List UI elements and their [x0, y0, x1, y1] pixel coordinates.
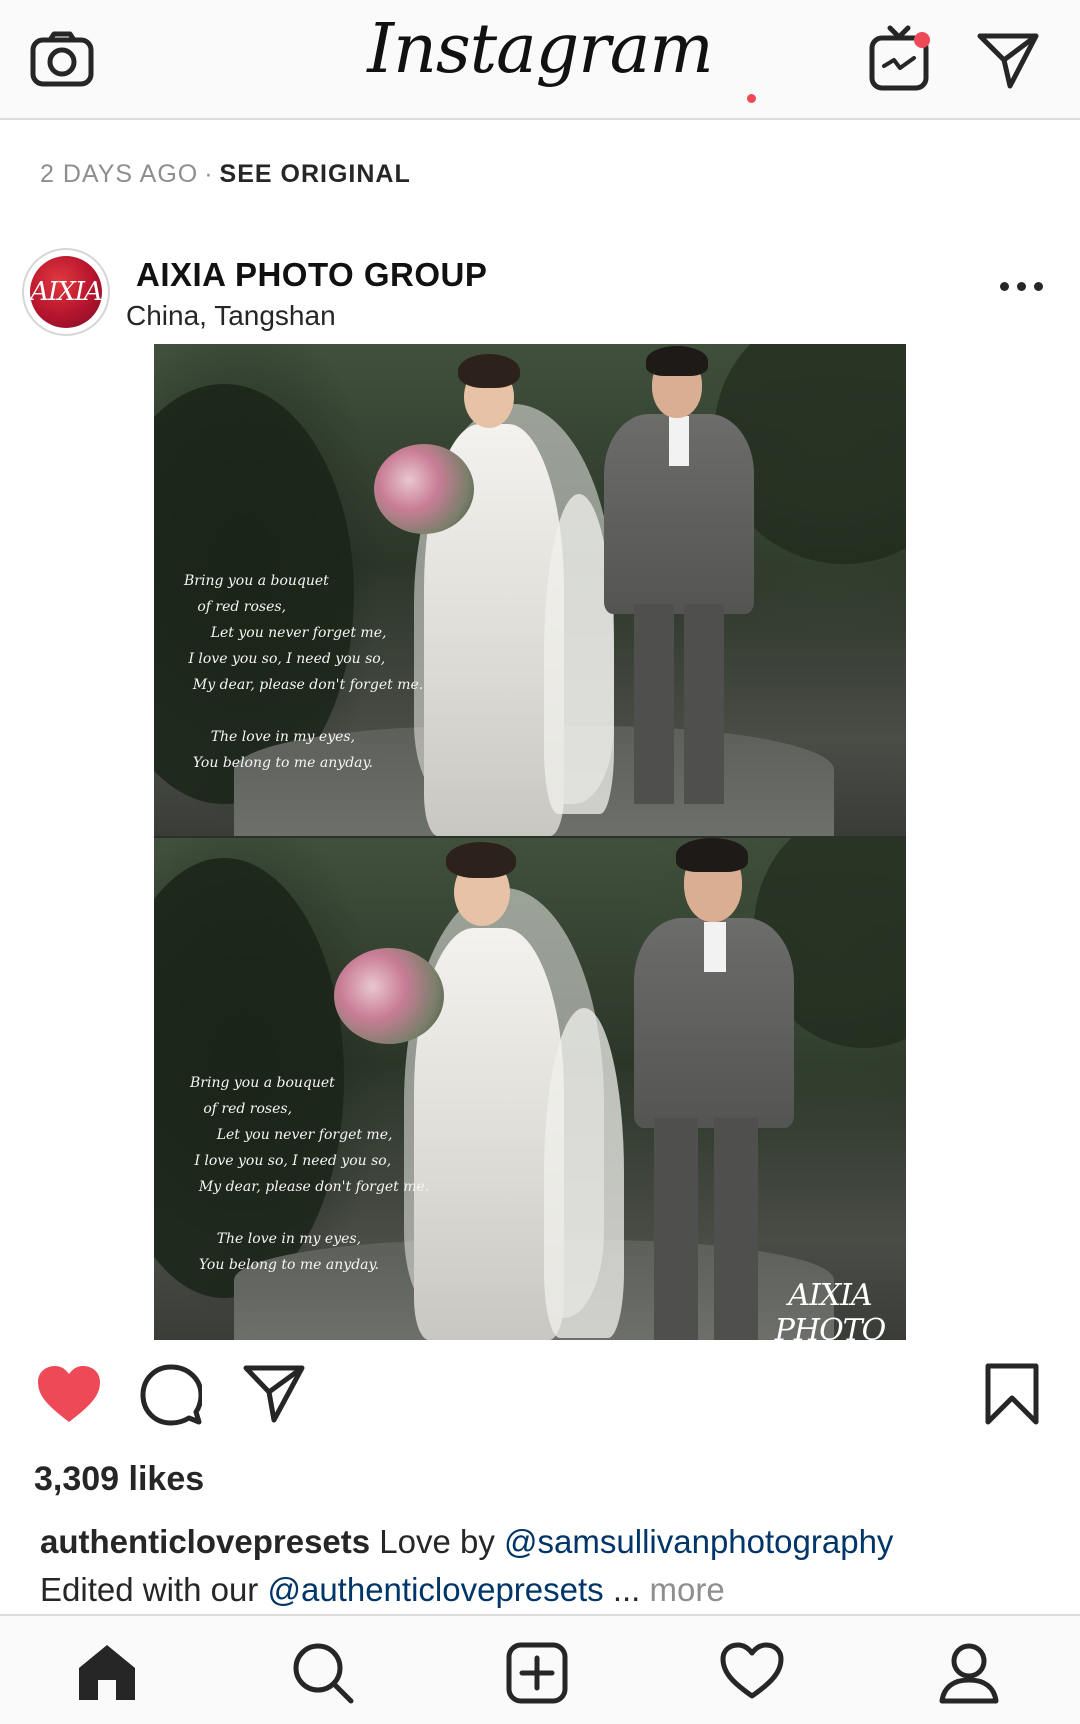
post-username[interactable]: AIXIA PHOTO GROUP [136, 256, 487, 294]
camera-icon[interactable] [30, 30, 94, 88]
watermark-sub: 艾汐 | 紀恩攝影 [786, 1352, 874, 1363]
post-photo[interactable]: Bring you a bouquet of red roses, Let yo… [154, 344, 906, 1340]
activity-notification-dot [747, 94, 756, 103]
meta-separator: · [204, 160, 214, 188]
home-icon[interactable] [76, 1642, 138, 1707]
previous-post-meta: 2 DAYS AGO · SEE ORIGINAL [40, 160, 411, 189]
direct-message-icon[interactable] [976, 30, 1040, 90]
profile-icon[interactable] [938, 1642, 1000, 1709]
caption-mention[interactable]: @samsullivanphotography [504, 1523, 893, 1560]
heart-icon[interactable] [36, 1364, 102, 1424]
caption-more-link[interactable]: more [650, 1571, 725, 1608]
caption-mention[interactable]: @authenticlovepresets [267, 1571, 603, 1608]
bottom-nav [0, 1614, 1080, 1724]
photo-panel-bottom: Bring you a bouquet of red roses, Let yo… [154, 838, 906, 1340]
see-original-link[interactable]: SEE ORIGINAL [220, 160, 411, 188]
post-timestamp: 2 DAYS AGO [40, 160, 199, 188]
caption-text: Love by [370, 1523, 505, 1560]
caption-text: Edited with our [40, 1571, 268, 1608]
watermark-main: AIXIA PHOTO [774, 1278, 887, 1348]
watermark-tiny: AIXIA PHOTO GROUP [782, 1363, 878, 1369]
more-options-icon[interactable] [1000, 280, 1046, 294]
search-icon[interactable] [292, 1642, 354, 1709]
share-icon[interactable] [242, 1362, 306, 1424]
poem-text: Bring you a bouquet of red roses, Let yo… [184, 573, 424, 771]
activity-icon[interactable] [720, 1642, 784, 1705]
new-post-icon[interactable] [506, 1642, 568, 1709]
photo-panel-top: Bring you a bouquet of red roses, Let yo… [154, 344, 906, 836]
caption-username[interactable]: authenticlovepresets [40, 1523, 370, 1560]
caption-ellipsis: ... [603, 1571, 650, 1608]
post-location[interactable]: China, Tangshan [126, 300, 336, 332]
top-bar: Instagram [0, 0, 1080, 120]
avatar-logo: AIXIA [30, 256, 103, 328]
photo-watermark: AIXIA PHOTO 艾汐 | 紀恩攝影 AIXIA PHOTO GROUP [760, 1278, 900, 1369]
poem-text: Bring you a bouquet of red roses, Let yo… [190, 1075, 430, 1273]
instagram-logo: Instagram [367, 10, 713, 89]
avatar[interactable]: AIXIA [22, 248, 110, 336]
post-caption: authenticlovepresets Love by @samsulliva… [40, 1518, 1050, 1614]
like-count[interactable]: 3,309 likes [34, 1460, 204, 1499]
bookmark-icon[interactable] [984, 1362, 1040, 1426]
comment-icon[interactable] [140, 1364, 202, 1426]
igtv-icon[interactable] [866, 24, 932, 94]
